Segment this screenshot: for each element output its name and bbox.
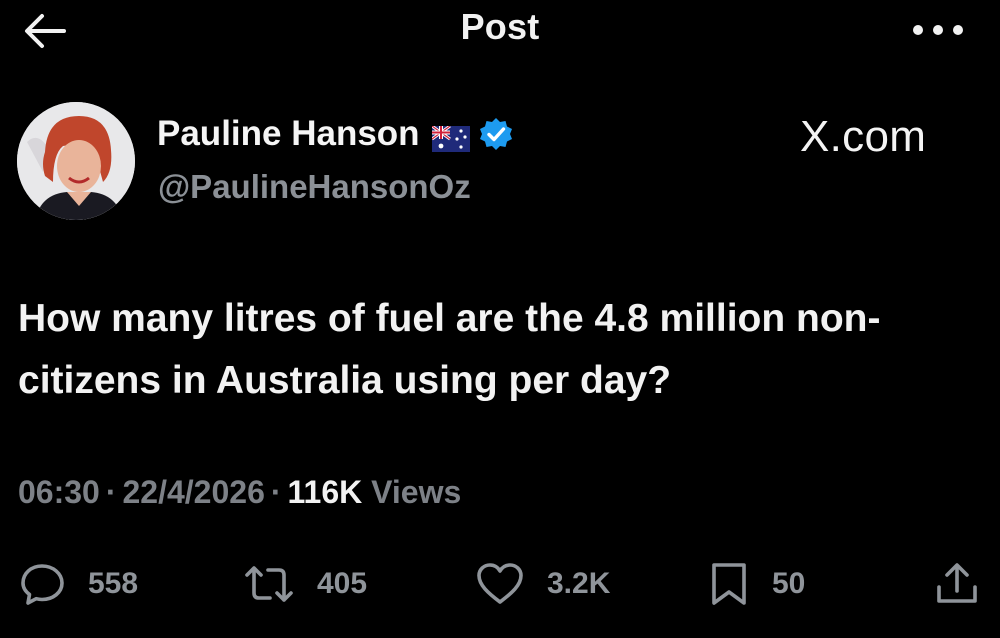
share-button[interactable] <box>934 560 980 608</box>
reply-icon <box>21 564 64 605</box>
like-count: 3.2K <box>547 567 611 600</box>
repost-icon <box>245 566 293 602</box>
bookmark-icon <box>712 563 746 605</box>
reply-button[interactable]: 558 <box>20 560 138 608</box>
more-horizontal-icon <box>913 25 963 35</box>
bookmark-count: 50 <box>772 567 806 600</box>
more-options-button[interactable] <box>908 16 968 44</box>
reply-count: 558 <box>88 567 139 600</box>
post-text: How many litres of fuel are the 4.8 mill… <box>18 297 881 402</box>
post-meta: 06:30 · 22/4/2026 · 116K Views <box>18 474 461 511</box>
author-name-row: Pauline Hanson <box>157 114 514 154</box>
share-icon <box>937 563 977 603</box>
verified-badge-icon <box>478 116 514 152</box>
avatar-portrait <box>17 102 135 220</box>
repost-count: 405 <box>317 567 368 600</box>
australian-flag-icon <box>430 121 470 152</box>
views-label: Views <box>371 474 462 510</box>
author-name[interactable]: Pauline Hanson <box>157 114 420 154</box>
bookmark-button[interactable]: 50 <box>708 560 805 608</box>
views-count: 116K <box>287 474 363 510</box>
page-title: Post <box>460 6 540 47</box>
post-date[interactable]: 22/4/2026 <box>123 474 265 510</box>
like-button[interactable]: 3.2K <box>475 560 610 608</box>
meta-separator: · <box>270 474 282 510</box>
avatar[interactable] <box>17 102 135 220</box>
repost-button[interactable]: 405 <box>243 560 367 608</box>
meta-separator: · <box>105 474 117 510</box>
heart-icon <box>477 563 523 604</box>
post-time[interactable]: 06:30 <box>18 474 100 510</box>
author-handle[interactable]: @PaulineHansonOz <box>158 168 471 206</box>
site-watermark: X.com <box>800 112 927 161</box>
